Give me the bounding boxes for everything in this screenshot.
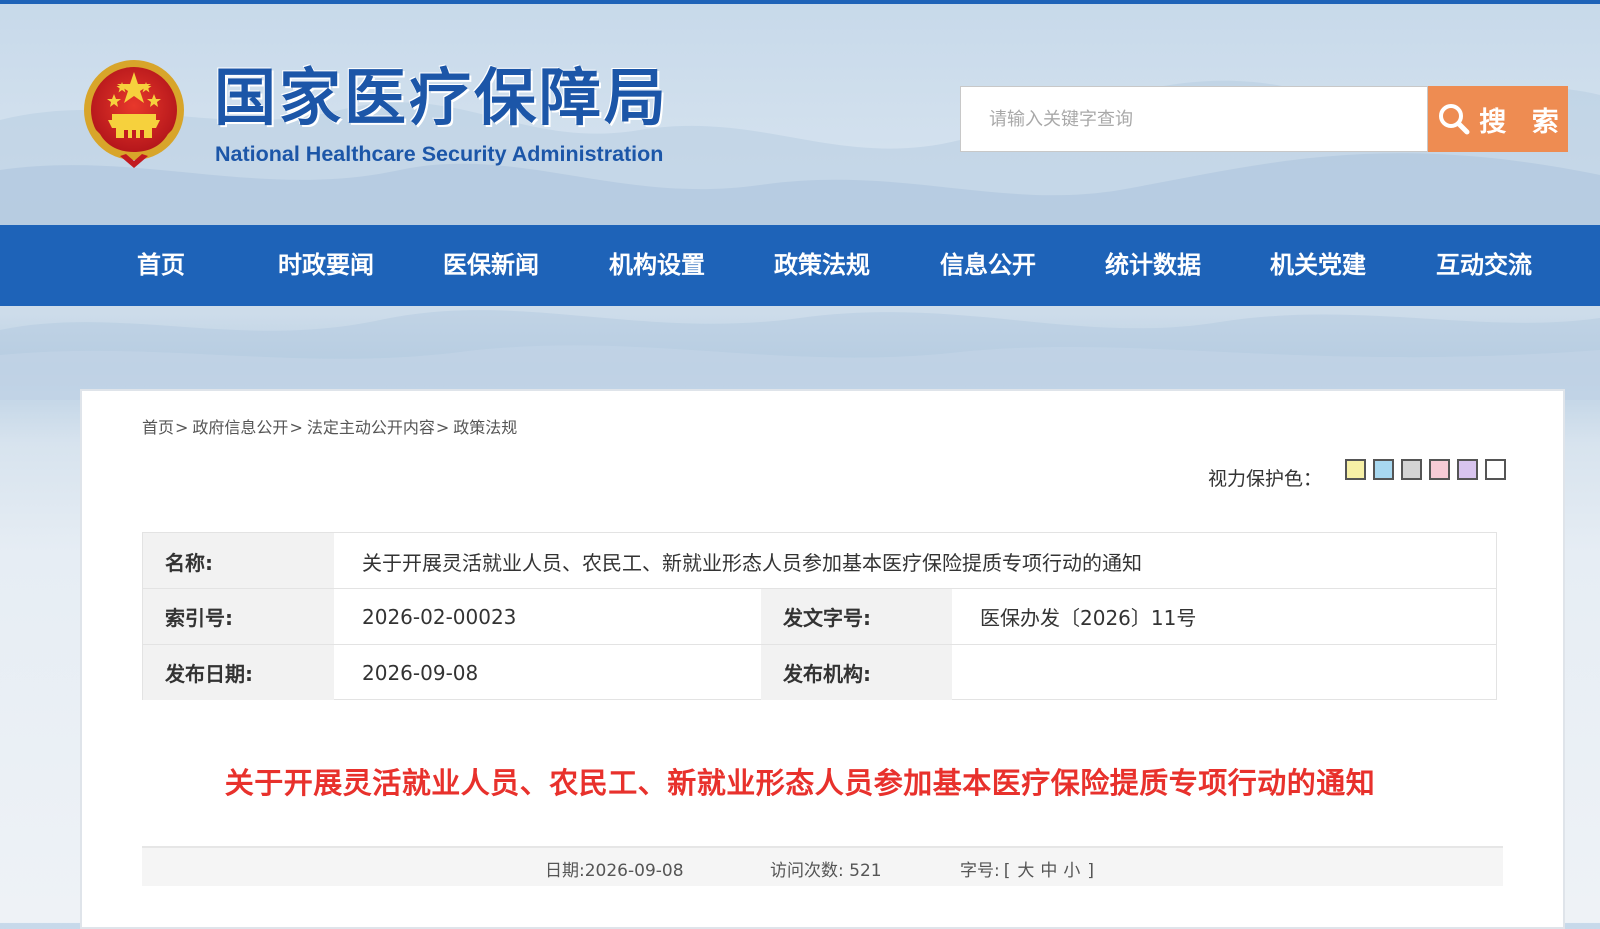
nav-item-organization[interactable]: 机构设置 [609,225,705,306]
font-size-medium[interactable]: 中 [1037,861,1060,881]
search-input[interactable] [960,86,1428,152]
font-size-open-bracket: [ [1003,861,1011,881]
article-visits: 访问次数: 521 [770,856,882,881]
meta-org-value [952,645,1496,700]
meta-index-value: 2026-02-00023 [362,604,517,629]
document-metadata-table: 名称: 关于开展灵活就业人员、农民工、新就业形态人员参加基本医疗保险提质专项行动… [142,532,1497,700]
breadcrumb-statutory-content[interactable]: 法定主动公开内容 [307,418,435,437]
search-button[interactable]: 搜 索 [1428,86,1568,152]
font-size-small[interactable]: 小 [1060,861,1083,881]
site-title-en: National Healthcare Security Administrat… [215,142,664,166]
meta-org-label: 发布机构: [761,645,952,700]
nav-item-news[interactable]: 时政要闻 [278,225,374,306]
breadcrumb: 首页> 政府信息公开> 法定主动公开内容> 政策法规 [142,414,517,438]
eye-color-swatch-white[interactable] [1485,459,1506,480]
meta-name-label: 名称: [143,533,334,589]
font-size-control: 字号:[大中小] [960,856,1094,881]
breadcrumb-policy[interactable]: 政策法规 [453,418,517,437]
eye-protection-label: 视力保护色： [1208,468,1323,490]
article-visits-value: 521 [849,861,882,881]
breadcrumb-separator: > [435,418,450,437]
meta-docno-value: 医保办发〔2026〕11号 [980,606,1197,630]
meta-docno-label: 发文字号: [761,589,952,644]
article-date-label: 日期: [545,861,585,881]
eye-color-swatch-blue[interactable] [1373,459,1394,480]
nav-item-party-building[interactable]: 机关党建 [1270,225,1366,306]
nav-item-home[interactable]: 首页 [137,225,185,306]
nav-item-medical-insurance-news[interactable]: 医保新闻 [443,225,539,306]
national-emblem-icon [84,60,184,168]
nav-item-policy[interactable]: 政策法规 [774,225,870,306]
nav-item-info-disclosure[interactable]: 信息公开 [940,225,1036,306]
article-date-value: 2026-09-08 [584,861,684,881]
eye-color-swatch-purple[interactable] [1457,459,1478,480]
eye-color-swatch-gray[interactable] [1401,459,1422,480]
search-button-label: 搜 索 [1479,106,1567,138]
eye-color-swatch-yellow[interactable] [1345,459,1366,480]
article-title: 关于开展灵活就业人员、农民工、新就业形态人员参加基本医疗保险提质专项行动的通知 [224,766,1376,800]
nav-item-interaction[interactable]: 互动交流 [1436,225,1532,306]
breadcrumb-separator: > [289,418,303,437]
meta-index-label: 索引号: [143,589,334,644]
site-title-cn: 国家医疗保障局 [214,61,670,134]
search-icon [1439,104,1470,135]
meta-name-value: 关于开展灵活就业人员、农民工、新就业形态人员参加基本医疗保险提质专项行动的通知 [362,550,1142,575]
font-size-large[interactable]: 大 [1014,861,1037,881]
meta-date-value: 2026-09-08 [362,660,479,685]
meta-date-label: 发布日期: [143,645,334,700]
breadcrumb-separator: > [175,418,189,437]
article-date: 日期:2026-09-08 [545,856,684,881]
nav-item-statistics[interactable]: 统计数据 [1105,225,1201,306]
main-nav: 首页 时政要闻 医保新闻 机构设置 政策法规 信息公开 统计数据 机关党建 互动… [0,225,1600,306]
font-size-close-bracket: ] [1087,861,1095,881]
eye-color-swatch-pink[interactable] [1429,459,1450,480]
mountain-background [0,80,1600,400]
font-size-label: 字号: [960,861,1000,881]
breadcrumb-home[interactable]: 首页 [142,418,174,437]
article-visits-label: 访问次数: [770,861,844,881]
article-info-bar: 日期:2026-09-08 访问次数: 521 字号:[大中小] [142,846,1503,886]
breadcrumb-gov-info[interactable]: 政府信息公开 [192,418,288,437]
